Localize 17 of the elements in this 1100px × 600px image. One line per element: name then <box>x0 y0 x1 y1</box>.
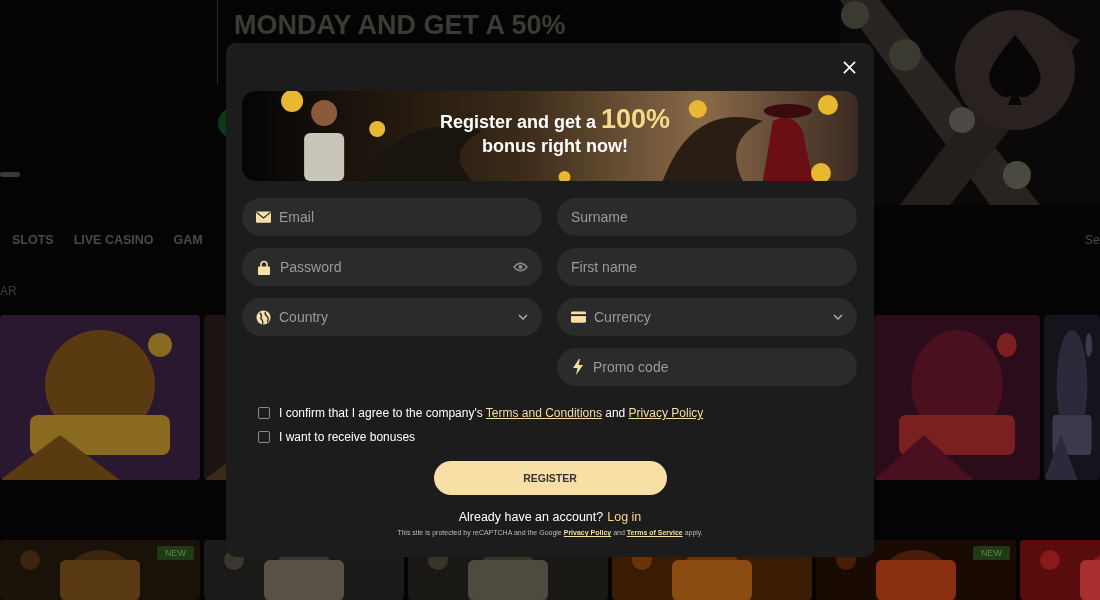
input-field[interactable]: Surname <box>557 198 857 236</box>
login-link[interactable]: Log in <box>607 510 642 524</box>
new-badge: NEW <box>157 546 194 560</box>
checkbox-label: I confirm that I agree to the company's Terms and Conditions and Privacy Policy <box>279 406 704 420</box>
new-badge: NEW <box>973 546 1010 560</box>
input-field[interactable]: Promo code <box>557 348 857 386</box>
terms-link[interactable]: Terms and Conditions <box>485 406 602 420</box>
password-field[interactable]: Password <box>242 248 542 286</box>
login-prompt: Already have an account? <box>458 510 604 524</box>
currency-select[interactable]: Currency <box>557 298 857 336</box>
banner-title: Register and get a 100% bonus right now! <box>438 107 671 158</box>
input-field[interactable]: First name <box>557 248 857 286</box>
checkbox-label: I want to receive bonuses <box>279 430 416 444</box>
input-field[interactable]: Email <box>242 198 542 236</box>
register-button[interactable]: REGISTER <box>433 461 667 495</box>
country-select[interactable]: Country <box>242 298 542 336</box>
terms-link[interactable]: Privacy Policy <box>628 406 704 420</box>
